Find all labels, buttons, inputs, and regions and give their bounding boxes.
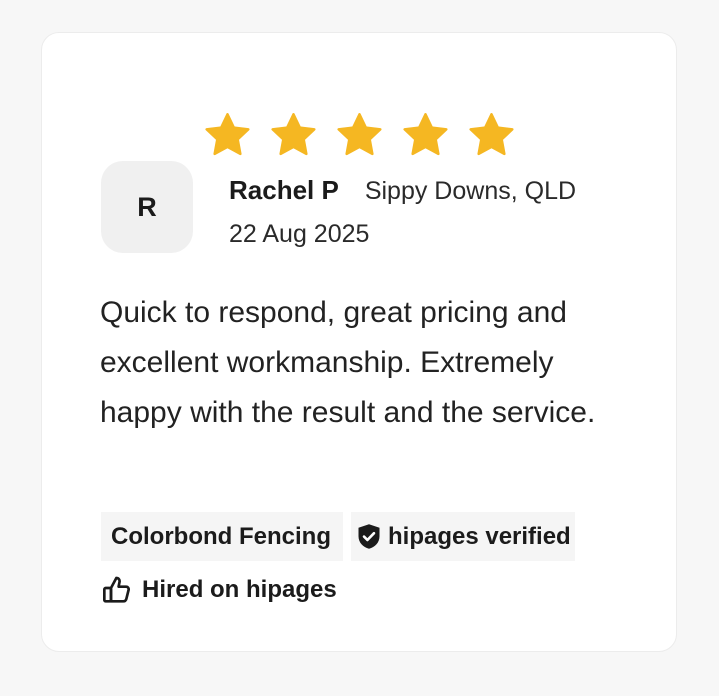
- avatar: R: [101, 161, 193, 253]
- star-icon: [204, 113, 250, 156]
- review-text: Quick to respond, great pricing and exce…: [100, 296, 596, 429]
- shield-check-icon: [358, 524, 380, 549]
- reviewer-name: Rachel P: [229, 175, 339, 205]
- avatar-initial: R: [137, 191, 157, 222]
- reviewer-info: Rachel P Sippy Downs, QLD: [229, 175, 576, 206]
- hired-label: Hired on hipages: [142, 576, 337, 603]
- verified-badge-label: hipages verified: [387, 522, 571, 550]
- thumbs-up-icon: [103, 576, 131, 603]
- star-icon: [336, 113, 382, 156]
- category-tag-label: Colorbond Fencing: [111, 522, 331, 550]
- star-icon: [270, 113, 316, 156]
- hired-on-hipages: Hired on hipages: [101, 574, 337, 606]
- star-rating: [42, 111, 676, 160]
- category-tag: Colorbond Fencing: [101, 512, 343, 561]
- star-icon: [402, 113, 448, 156]
- star-icon: [468, 113, 514, 156]
- verified-badge: hipages verified: [350, 512, 575, 561]
- review-date: 22 Aug 2025: [229, 220, 370, 248]
- review-tags: Colorbond Fencing hipages verified: [101, 512, 575, 561]
- review-card: R Rachel P Sippy Downs, QLD 22 Aug 2025 …: [41, 32, 677, 652]
- reviewer-location: Sippy Downs, QLD: [364, 177, 577, 205]
